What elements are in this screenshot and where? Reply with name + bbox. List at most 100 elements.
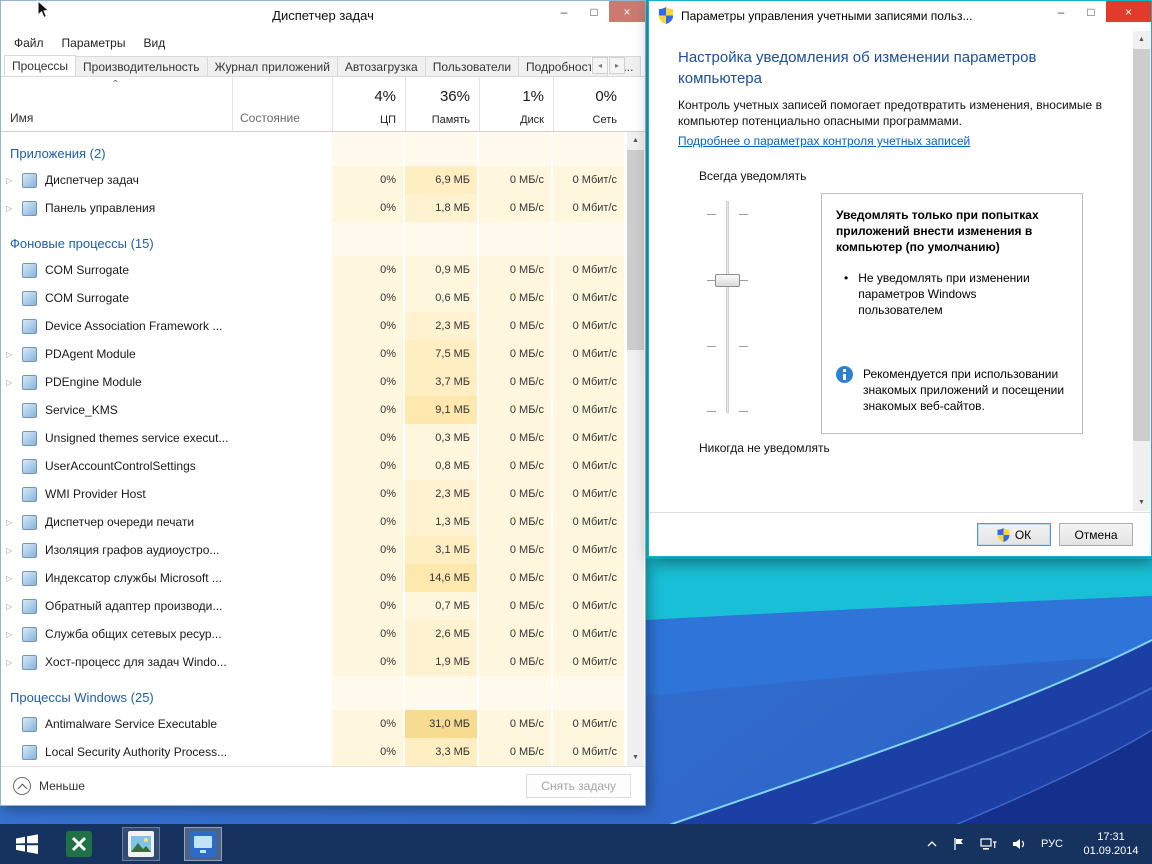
menu-item[interactable]: Параметры: [53, 33, 135, 53]
process-group-row[interactable]: Приложения (2): [1, 132, 628, 166]
tab[interactable]: Пользователи: [424, 56, 520, 76]
process-row[interactable]: Unsigned themes service execut... 0% 0,3 М…: [1, 424, 628, 452]
process-row[interactable]: ▷ Служба общих сетевых ресур... 0% 2,6 МБ 0 …: [1, 620, 628, 648]
process-row[interactable]: Service_KMS 0% 9,1 МБ 0 МБ/с 0 Мбит/с: [1, 396, 628, 424]
process-row[interactable]: ▷ PDAgent Module 0% 7,5 МБ 0 МБ/с 0 Мбит/с: [1, 340, 628, 368]
action-center-flag-icon[interactable]: [953, 837, 965, 851]
process-name: Служба общих сетевых ресур...: [45, 627, 222, 641]
slider-handle[interactable]: [715, 274, 740, 287]
column-header-name[interactable]: ˆ Имя: [1, 77, 230, 131]
process-row[interactable]: ▷ Индексатор службы Microsoft ... 0% 14,6 М…: [1, 564, 628, 592]
process-name: WMI Provider Host: [45, 487, 146, 501]
expander-icon[interactable]: ▷: [6, 349, 22, 359]
process-row[interactable]: ▷ Панель управления 0% 1,8 МБ 0 МБ/с 0 Мбит/с: [1, 194, 628, 222]
process-name: Local Security Authority Process...: [45, 745, 228, 759]
expander-icon[interactable]: ▷: [6, 657, 22, 667]
memory-cell: 0,9 МБ: [405, 256, 477, 284]
process-row[interactable]: ▷ Диспетчер задач 0% 6,9 МБ 0 МБ/с 0 Мбит/с: [1, 166, 628, 194]
process-icon: [22, 346, 37, 362]
memory-total-percent: 36%: [439, 88, 470, 105]
status-cell: [232, 620, 330, 648]
process-row[interactable]: COM Surrogate 0% 0,6 МБ 0 МБ/с 0 Мбит/с: [1, 284, 628, 312]
start-button[interactable]: [0, 824, 54, 864]
ok-button[interactable]: ОК: [977, 523, 1051, 546]
process-row[interactable]: Antimalware Service Executable 0% 31,0 МБ 0…: [1, 710, 628, 738]
process-row[interactable]: ▷ Обратный адаптер производи... 0% 0,7 МБ 0 …: [1, 592, 628, 620]
minimize-button[interactable]: –: [549, 1, 579, 22]
show-hidden-icons-button[interactable]: [926, 840, 938, 848]
process-row[interactable]: ▷ PDEngine Module 0% 3,7 МБ 0 МБ/с 0 Мбит/с: [1, 368, 628, 396]
menu-item[interactable]: Файл: [5, 33, 53, 53]
scroll-up-button[interactable]: ▲: [1133, 31, 1150, 48]
menu-item[interactable]: Вид: [134, 33, 174, 53]
expander-icon[interactable]: ▷: [6, 517, 22, 527]
scroll-down-button[interactable]: ▼: [627, 749, 644, 766]
process-row[interactable]: ▷ Изоляция графов аудиоустро... 0% 3,1 МБ 0 …: [1, 536, 628, 564]
process-row[interactable]: Device Association Framework ... 0% 2,3 МБ…: [1, 312, 628, 340]
process-list-scrollbar[interactable]: ▲ ▼: [627, 132, 644, 766]
expander-icon[interactable]: ▷: [6, 601, 22, 611]
uac-scrollbar[interactable]: ▲ ▼: [1133, 31, 1150, 511]
process-name: Диспетчер очереди печати: [45, 515, 195, 529]
column-header-network[interactable]: 0% Сеть: [553, 77, 624, 131]
memory-cell: 1,3 МБ: [405, 508, 477, 536]
process-row[interactable]: ▷ Хост-процесс для задач Windo... 0% 1,9 МБ…: [1, 648, 628, 676]
tab[interactable]: Производительность: [75, 56, 208, 76]
expander-icon[interactable]: ▷: [6, 629, 22, 639]
scroll-down-button[interactable]: ▼: [1133, 494, 1150, 511]
tab[interactable]: Процессы: [4, 55, 77, 76]
clock[interactable]: 17:31 01.09.2014: [1078, 830, 1144, 858]
minimize-button[interactable]: –: [1046, 1, 1076, 22]
slider-tick: [739, 411, 748, 412]
network-icon[interactable]: [980, 837, 997, 851]
expander-icon[interactable]: ▷: [6, 573, 22, 583]
window-controls: – □ ×: [1046, 1, 1151, 22]
expander-icon[interactable]: ▷: [6, 203, 22, 213]
slider-tick: [739, 346, 748, 347]
maximize-icon: □: [1087, 4, 1095, 19]
photo-viewer-icon: [128, 831, 154, 857]
column-header-disk[interactable]: 1% Диск: [479, 77, 551, 131]
column-header-status[interactable]: Состояние: [232, 77, 330, 131]
tab-scroll-right-button[interactable]: ▸: [609, 57, 625, 74]
process-row[interactable]: Local Security Authority Process... 0% 3,3…: [1, 738, 628, 766]
process-row[interactable]: ▷ Диспетчер очереди печати 0% 1,3 МБ 0 МБ/с 0…: [1, 508, 628, 536]
taskbar-app-photo-viewer[interactable]: [122, 827, 160, 861]
language-indicator[interactable]: РУС: [1041, 838, 1063, 850]
expander-icon[interactable]: ▷: [6, 377, 22, 387]
close-button[interactable]: ×: [1106, 1, 1151, 22]
maximize-button[interactable]: □: [579, 1, 609, 22]
maximize-button[interactable]: □: [1076, 1, 1106, 22]
task-manager-titlebar[interactable]: Диспетчер задач – □ ×: [1, 1, 645, 31]
process-row[interactable]: UserAccountControlSettings 0% 0,8 МБ 0 МБ/с…: [1, 452, 628, 480]
volume-icon[interactable]: [1012, 838, 1026, 850]
process-row[interactable]: WMI Provider Host 0% 2,3 МБ 0 МБ/с 0 Мбит/с: [1, 480, 628, 508]
process-name-cell: ▷ PDAgent Module: [1, 340, 230, 368]
scrollbar-thumb[interactable]: [1133, 49, 1150, 441]
cancel-button[interactable]: Отмена: [1059, 523, 1133, 546]
fewer-details-toggle[interactable]: Меньше: [13, 777, 85, 795]
tab[interactable]: Журнал приложений: [206, 56, 338, 76]
process-group-row[interactable]: Фоновые процессы (15): [1, 222, 628, 256]
process-name: PDAgent Module: [45, 347, 136, 361]
taskbar-app-control-panel[interactable]: [184, 827, 222, 861]
end-task-button[interactable]: Снять задачу: [526, 774, 631, 798]
tab-strip: Процессы Производительность Журнал приложе…: [1, 55, 645, 77]
column-header-cpu[interactable]: 4% ЦП: [332, 77, 403, 131]
scroll-up-button[interactable]: ▲: [627, 132, 644, 149]
slider-track[interactable]: [726, 201, 729, 413]
column-header-memory[interactable]: 36% Память: [405, 77, 477, 131]
tab[interactable]: Автозагрузка: [336, 56, 426, 76]
scrollbar-thumb[interactable]: [627, 150, 644, 350]
close-button[interactable]: ×: [609, 1, 645, 22]
network-cell: 0 Мбит/с: [553, 620, 624, 648]
process-icon: [22, 262, 37, 278]
expander-icon[interactable]: ▷: [6, 545, 22, 555]
process-row[interactable]: COM Surrogate 0% 0,9 МБ 0 МБ/с 0 Мбит/с: [1, 256, 628, 284]
memory-cell: 3,3 МБ: [405, 738, 477, 766]
expander-icon[interactable]: ▷: [6, 175, 22, 185]
tab-scroll-left-button[interactable]: ◂: [592, 57, 608, 74]
process-group-row[interactable]: Процессы Windows (25): [1, 676, 628, 710]
uac-titlebar[interactable]: Параметры управления учетными записями п…: [649, 1, 1151, 30]
taskbar-app-excel[interactable]: [60, 827, 98, 861]
